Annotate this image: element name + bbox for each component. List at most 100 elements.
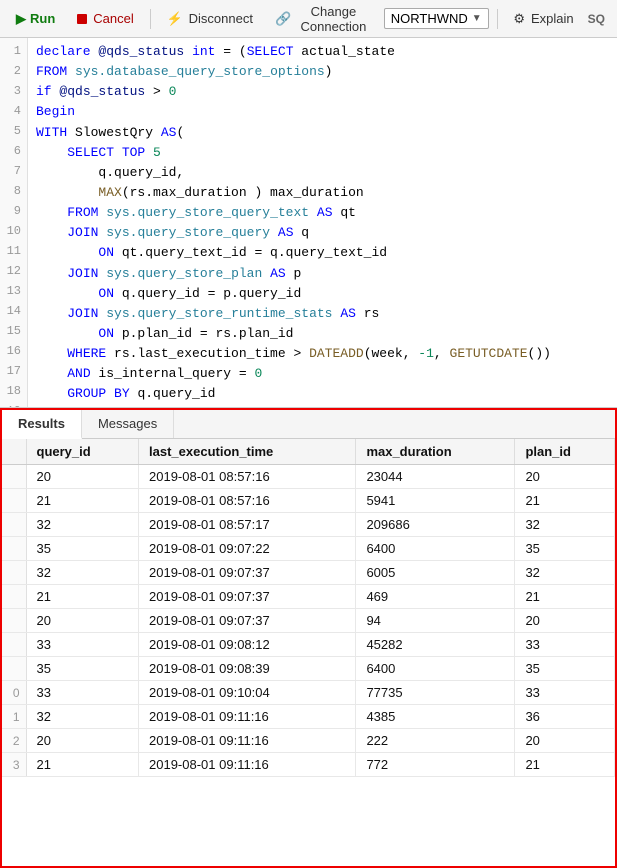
cell-last-exec: 2019-08-01 09:08:12: [139, 633, 356, 657]
results-table: query_id last_execution_time max_duratio…: [2, 439, 615, 777]
table-row[interactable]: 20 2019-08-01 08:57:16 23044 20: [2, 465, 615, 489]
cell-max-dur: 222: [356, 729, 515, 753]
run-label: Run: [30, 11, 55, 26]
cell-last-exec: 2019-08-01 09:10:04: [139, 681, 356, 705]
code-editor[interactable]: 12345678910111213141516171819202122 decl…: [0, 38, 617, 408]
cancel-label: Cancel: [93, 11, 133, 26]
row-number: 3: [2, 753, 26, 777]
toolbar: ▶ Run Cancel ⚡ Disconnect 🔗 Change Conne…: [0, 0, 617, 38]
row-number: [2, 633, 26, 657]
connection-name: NORTHWND: [391, 11, 468, 26]
cell-max-dur: 94: [356, 609, 515, 633]
line-numbers: 12345678910111213141516171819202122: [0, 38, 28, 407]
cell-query-id: 35: [26, 537, 139, 561]
disconnect-button[interactable]: ⚡ Disconnect: [158, 8, 261, 30]
change-connection-label: Change Connection: [297, 4, 370, 34]
cell-plan-id: 20: [515, 609, 615, 633]
cell-query-id: 21: [26, 753, 139, 777]
explain-button[interactable]: ⚙ Explain: [505, 8, 581, 30]
table-row[interactable]: 2 20 2019-08-01 09:11:16 222 20: [2, 729, 615, 753]
tab-messages[interactable]: Messages: [82, 410, 174, 438]
disconnect-label: Disconnect: [189, 11, 253, 26]
cell-query-id: 32: [26, 513, 139, 537]
table-row[interactable]: 35 2019-08-01 09:07:22 6400 35: [2, 537, 615, 561]
row-number: [2, 489, 26, 513]
table-row[interactable]: 20 2019-08-01 09:07:37 94 20: [2, 609, 615, 633]
change-conn-icon: 🔗: [275, 11, 291, 27]
table-row[interactable]: 0 33 2019-08-01 09:10:04 77735 33: [2, 681, 615, 705]
cell-last-exec: 2019-08-01 08:57:16: [139, 489, 356, 513]
separator-1: [150, 9, 151, 29]
code-content[interactable]: declare @qds_status int = (SELECT actual…: [28, 38, 617, 407]
results-panel: Results Messages query_id last_execution…: [0, 408, 617, 868]
connection-dropdown[interactable]: NORTHWND ▼: [384, 8, 489, 29]
col-header-rownum: [2, 439, 26, 465]
cancel-button[interactable]: Cancel: [69, 8, 141, 29]
cell-query-id: 20: [26, 729, 139, 753]
cell-query-id: 21: [26, 585, 139, 609]
table-row[interactable]: 3 21 2019-08-01 09:11:16 772 21: [2, 753, 615, 777]
change-connection-button[interactable]: 🔗 Change Connection: [267, 1, 378, 37]
cell-max-dur: 6005: [356, 561, 515, 585]
cell-last-exec: 2019-08-01 09:11:16: [139, 753, 356, 777]
run-icon: ▶: [16, 11, 26, 27]
explain-icon: ⚙: [513, 11, 525, 27]
cell-query-id: 35: [26, 657, 139, 681]
cell-max-dur: 469: [356, 585, 515, 609]
cell-last-exec: 2019-08-01 08:57:17: [139, 513, 356, 537]
results-tabs: Results Messages: [2, 410, 615, 439]
cell-query-id: 33: [26, 681, 139, 705]
chevron-down-icon: ▼: [472, 13, 482, 24]
cell-plan-id: 32: [515, 513, 615, 537]
cell-max-dur: 4385: [356, 705, 515, 729]
table-row[interactable]: 33 2019-08-01 09:08:12 45282 33: [2, 633, 615, 657]
cell-plan-id: 21: [515, 753, 615, 777]
cell-plan-id: 36: [515, 705, 615, 729]
row-number: 0: [2, 681, 26, 705]
cell-max-dur: 77735: [356, 681, 515, 705]
cell-max-dur: 6400: [356, 657, 515, 681]
table-row[interactable]: 35 2019-08-01 09:08:39 6400 35: [2, 657, 615, 681]
cell-plan-id: 35: [515, 537, 615, 561]
cell-last-exec: 2019-08-01 09:11:16: [139, 705, 356, 729]
cell-query-id: 32: [26, 705, 139, 729]
cell-last-exec: 2019-08-01 08:57:16: [139, 465, 356, 489]
col-header-last-exec: last_execution_time: [139, 439, 356, 465]
run-button[interactable]: ▶ Run: [8, 8, 63, 30]
cell-plan-id: 21: [515, 489, 615, 513]
cell-plan-id: 20: [515, 729, 615, 753]
explain-label: Explain: [531, 11, 574, 26]
row-number: 1: [2, 705, 26, 729]
row-number: [2, 609, 26, 633]
row-number: [2, 657, 26, 681]
row-number: [2, 465, 26, 489]
cell-plan-id: 33: [515, 681, 615, 705]
row-number: [2, 585, 26, 609]
row-number: [2, 537, 26, 561]
cell-max-dur: 209686: [356, 513, 515, 537]
cell-last-exec: 2019-08-01 09:07:37: [139, 561, 356, 585]
cell-plan-id: 32: [515, 561, 615, 585]
table-row[interactable]: 32 2019-08-01 08:57:17 209686 32: [2, 513, 615, 537]
cell-max-dur: 6400: [356, 537, 515, 561]
table-row[interactable]: 32 2019-08-01 09:07:37 6005 32: [2, 561, 615, 585]
cell-query-id: 21: [26, 489, 139, 513]
cell-query-id: 20: [26, 609, 139, 633]
table-row[interactable]: 21 2019-08-01 08:57:16 5941 21: [2, 489, 615, 513]
cell-query-id: 20: [26, 465, 139, 489]
disconnect-icon: ⚡: [166, 11, 182, 27]
cell-last-exec: 2019-08-01 09:07:37: [139, 585, 356, 609]
cell-last-exec: 2019-08-01 09:11:16: [139, 729, 356, 753]
cell-plan-id: 21: [515, 585, 615, 609]
cell-max-dur: 5941: [356, 489, 515, 513]
table-row[interactable]: 21 2019-08-01 09:07:37 469 21: [2, 585, 615, 609]
sql-label: SQ: [588, 12, 609, 26]
table-row[interactable]: 1 32 2019-08-01 09:11:16 4385 36: [2, 705, 615, 729]
cell-plan-id: 33: [515, 633, 615, 657]
cell-max-dur: 45282: [356, 633, 515, 657]
col-header-plan-id: plan_id: [515, 439, 615, 465]
results-table-wrap[interactable]: query_id last_execution_time max_duratio…: [2, 439, 615, 866]
col-header-query-id: query_id: [26, 439, 139, 465]
cell-plan-id: 35: [515, 657, 615, 681]
tab-results[interactable]: Results: [2, 410, 82, 439]
